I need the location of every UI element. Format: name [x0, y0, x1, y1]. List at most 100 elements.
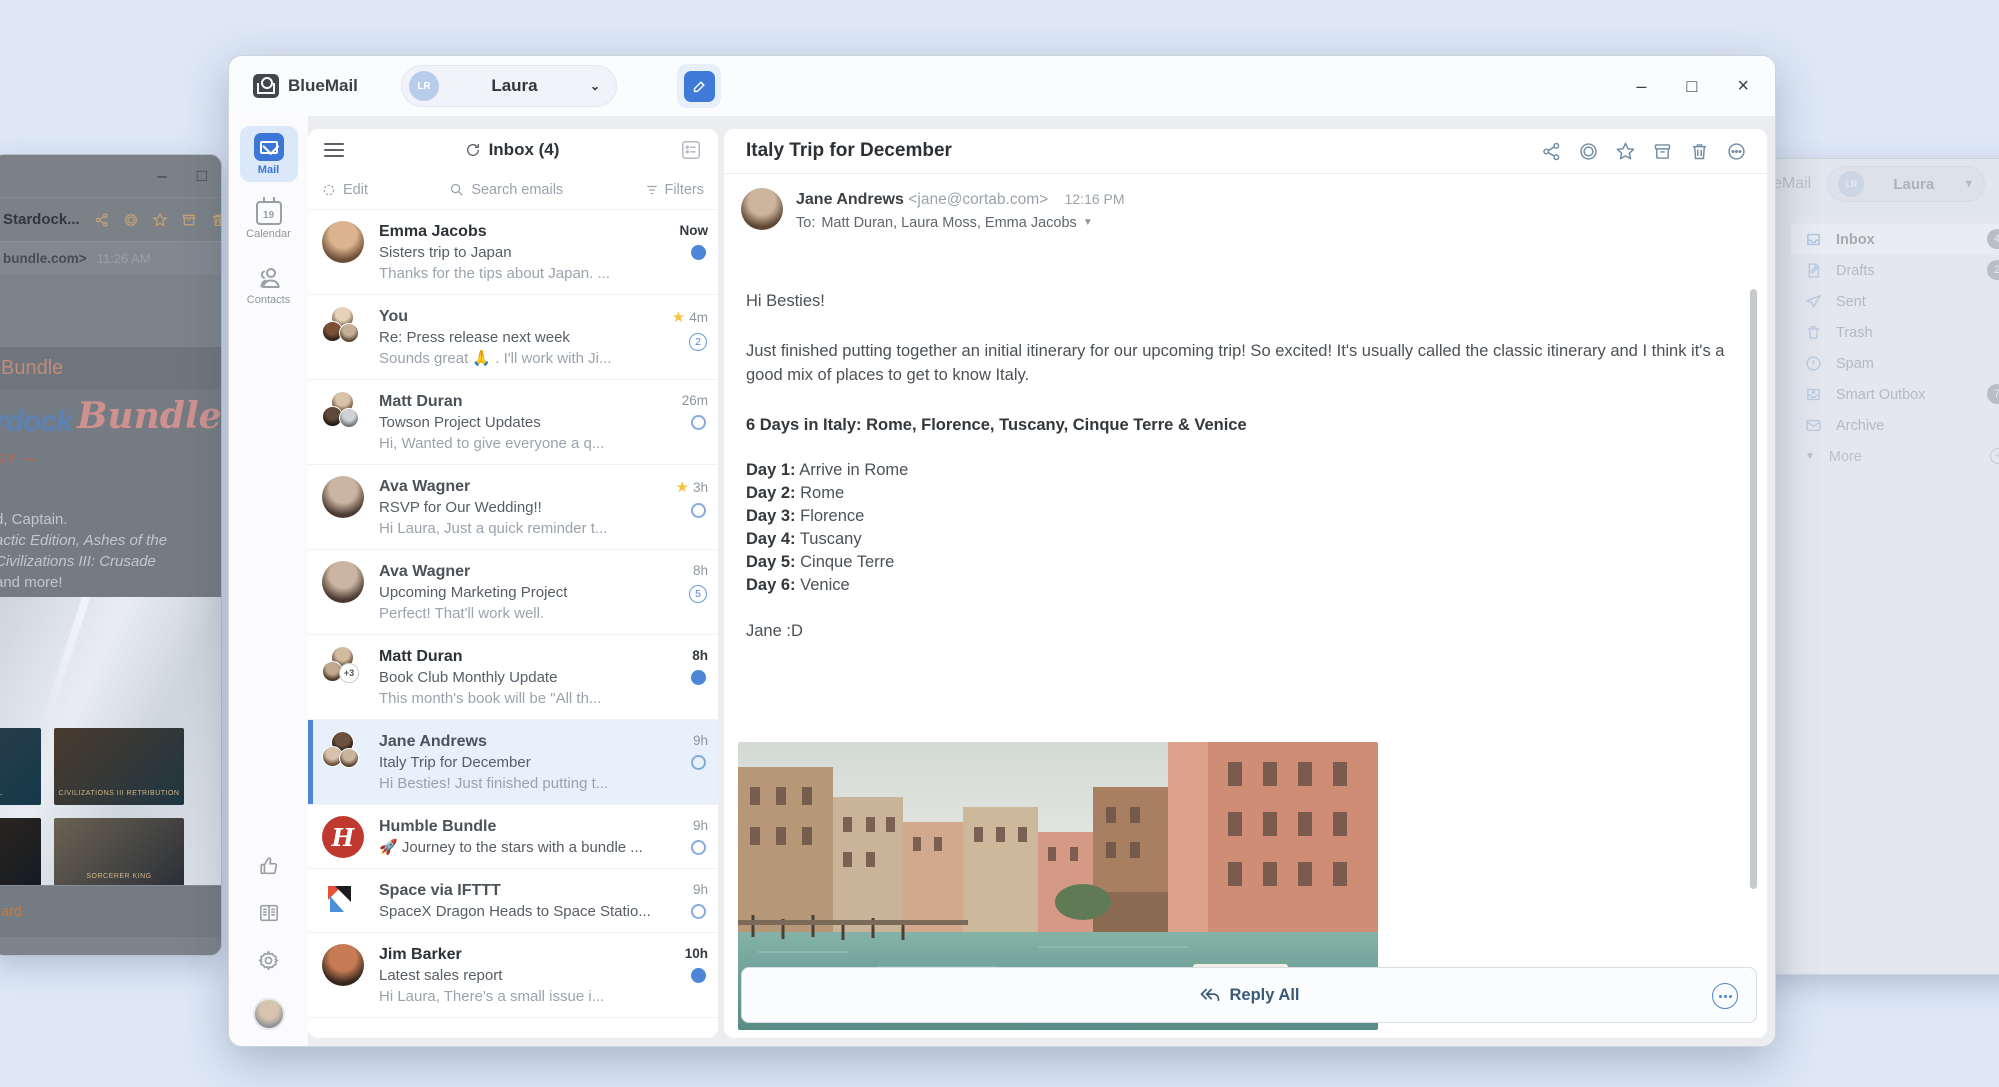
right-app-name-fragment: eMail — [1773, 175, 1811, 193]
circle-icon[interactable] — [123, 212, 139, 228]
email-sender: Ava Wagner — [379, 476, 656, 497]
read-status-circle[interactable] — [691, 904, 706, 919]
menu-icon[interactable] — [324, 139, 344, 161]
email-preview: This month's book will be "All th... — [379, 688, 656, 709]
sender-avatar — [322, 561, 368, 624]
close-button[interactable]: × — [1737, 76, 1749, 96]
archive-icon[interactable] — [1652, 141, 1673, 162]
email-list-item[interactable]: Space via IFTTT SpaceX Dragon Heads to S… — [308, 869, 718, 933]
email-list-item[interactable]: Jim Barker Latest sales report Hi Laura,… — [308, 933, 718, 1018]
rail-item-calendar[interactable]: 19 Calendar — [240, 194, 298, 246]
reply-more-options[interactable] — [1712, 983, 1738, 1009]
read-status-circle[interactable] — [691, 755, 706, 770]
background-window-stardock[interactable]: – □ Stardock... bundle.com> 11:26 AM Bun… — [0, 154, 222, 956]
refresh-icon[interactable] — [465, 142, 481, 158]
inbox-title: Inbox (4) — [489, 140, 560, 160]
thumbs-up-icon[interactable] — [258, 855, 280, 877]
email-preview: Hi Laura, Just a quick reminder t... — [379, 518, 656, 539]
maximize-button[interactable]: □ — [1686, 77, 1697, 95]
share-icon[interactable] — [1541, 141, 1562, 162]
star-icon[interactable] — [1615, 141, 1636, 162]
email-time: 10h — [685, 946, 708, 961]
maximize-icon[interactable]: □ — [197, 166, 207, 186]
scrollbar[interactable] — [1750, 289, 1757, 889]
left-text-line: actic Edition, Ashes of the — [0, 530, 217, 551]
email-sender: You — [379, 306, 656, 327]
folder-row[interactable]: Trash — [1791, 317, 1999, 348]
folder-badge: 7 — [1987, 384, 1999, 404]
left-sender-fragment: bundle.com> — [3, 251, 87, 266]
trash-icon[interactable] — [1689, 141, 1710, 162]
folder-panel: Inbox 4 Drafts 2 Sent Trash — [1791, 216, 1999, 974]
folder-row-more[interactable]: ▼ More + — [1791, 441, 1999, 472]
email-list-item[interactable]: Emma Jacobs Sisters trip to Japan Thanks… — [308, 210, 718, 295]
email-list-item[interactable]: Ava Wagner RSVP for Our Wedding!! Hi Lau… — [308, 465, 718, 550]
left-window-titlebar: – □ — [0, 155, 221, 197]
folder-row[interactable]: Archive — [1791, 410, 1999, 441]
email-list-item[interactable]: H Humble Bundle 🚀 Journey to the stars w… — [308, 805, 718, 869]
email-time: ★4m — [672, 308, 708, 326]
folder-label: Drafts — [1836, 263, 1875, 279]
mark-circle-icon[interactable] — [1578, 141, 1599, 162]
reply-all-bar[interactable]: Reply All — [741, 967, 1757, 1023]
edit-button[interactable]: Edit — [322, 182, 368, 198]
email-list-item[interactable]: Jane Andrews Italy Trip for December Hi … — [308, 720, 718, 805]
folder-row[interactable]: Smart Outbox 7 — [1791, 379, 1999, 410]
recipients-expand-icon[interactable]: ▼ — [1083, 211, 1093, 235]
email-list-item[interactable]: Ava Wagner Upcoming Marketing Project Pe… — [308, 550, 718, 635]
email-texts: Emma Jacobs Sisters trip to Japan Thanks… — [368, 221, 656, 284]
rail-item-contacts[interactable]: Contacts — [240, 258, 298, 312]
filters-button[interactable]: Filters — [645, 182, 704, 198]
email-list-item[interactable]: Matt Duran Towson Project Updates Hi, Wa… — [308, 380, 718, 465]
left-footer-link-fragment[interactable]: ard — [1, 904, 22, 920]
folder-icon — [1805, 293, 1823, 311]
more-options-icon[interactable] — [1726, 141, 1747, 162]
logo-text-script: Bundle — [77, 395, 222, 437]
email-subject: Italy Trip for December — [379, 752, 656, 773]
folder-row[interactable]: Sent — [1791, 286, 1999, 317]
left-band-label: Bundle — [0, 347, 221, 389]
itinerary-day: Day 2: Rome — [746, 482, 1727, 505]
rail-item-mail[interactable]: Mail — [240, 126, 298, 182]
minimize-icon[interactable]: – — [157, 166, 166, 186]
email-subject: Upcoming Marketing Project — [379, 582, 656, 603]
folder-row[interactable]: Drafts 2 — [1791, 255, 1999, 286]
folder-row[interactable]: Spam — [1791, 348, 1999, 379]
folder-row[interactable]: Inbox 4 — [1791, 224, 1999, 255]
email-list-item[interactable]: +3 Matt Duran Book Club Monthly Update T… — [308, 635, 718, 720]
more-label: More — [1829, 449, 1862, 465]
read-status-circle[interactable] — [691, 503, 706, 518]
email-meta: 9h — [656, 880, 708, 922]
task-panel-icon[interactable] — [680, 139, 702, 161]
trash-icon[interactable] — [210, 212, 222, 228]
thread-count-badge[interactable]: 5 — [689, 585, 707, 603]
read-status-circle[interactable] — [691, 415, 706, 430]
archive-icon[interactable] — [181, 212, 197, 228]
star-icon[interactable] — [152, 212, 168, 228]
background-window-bluemail-folders[interactable]: eMail LR Laura ▼ Inbox 4 Drafts 2 Sent — [1742, 158, 1999, 975]
add-folder-icon[interactable]: + — [1990, 448, 1999, 464]
sender-info: Jane Andrews <jane@cortab.com> 12:16 PM … — [783, 188, 1125, 235]
share-icon[interactable] — [94, 212, 110, 228]
compose-button[interactable] — [677, 64, 721, 108]
account-switcher[interactable]: LR Laura ⌄ — [401, 65, 617, 107]
email-texts: Humble Bundle 🚀 Journey to the stars wit… — [368, 816, 656, 858]
rail-label: Contacts — [247, 294, 290, 306]
minimize-button[interactable]: – — [1636, 77, 1646, 95]
itinerary-day: Day 5: Cinque Terre — [746, 551, 1727, 574]
reader-header: Italy Trip for December — [724, 129, 1767, 174]
right-account-pill[interactable]: LR Laura ▼ — [1827, 166, 1985, 202]
logo-text-blue: rdock — [0, 405, 72, 439]
search-input[interactable]: Search emails — [368, 182, 645, 198]
news-icon[interactable] — [258, 903, 280, 923]
read-status-circle[interactable] — [691, 840, 706, 855]
thread-count-badge[interactable]: 2 — [689, 333, 707, 351]
folder-label: Archive — [1836, 418, 1884, 434]
game-caption: ROL — [0, 790, 3, 805]
email-time: 9h — [693, 818, 708, 833]
user-avatar[interactable] — [253, 998, 285, 1030]
settings-gear-icon[interactable] — [257, 949, 280, 972]
sender-avatar — [322, 306, 368, 369]
email-subject: Towson Project Updates — [379, 412, 656, 433]
email-list-item[interactable]: You Re: Press release next week Sounds g… — [308, 295, 718, 380]
